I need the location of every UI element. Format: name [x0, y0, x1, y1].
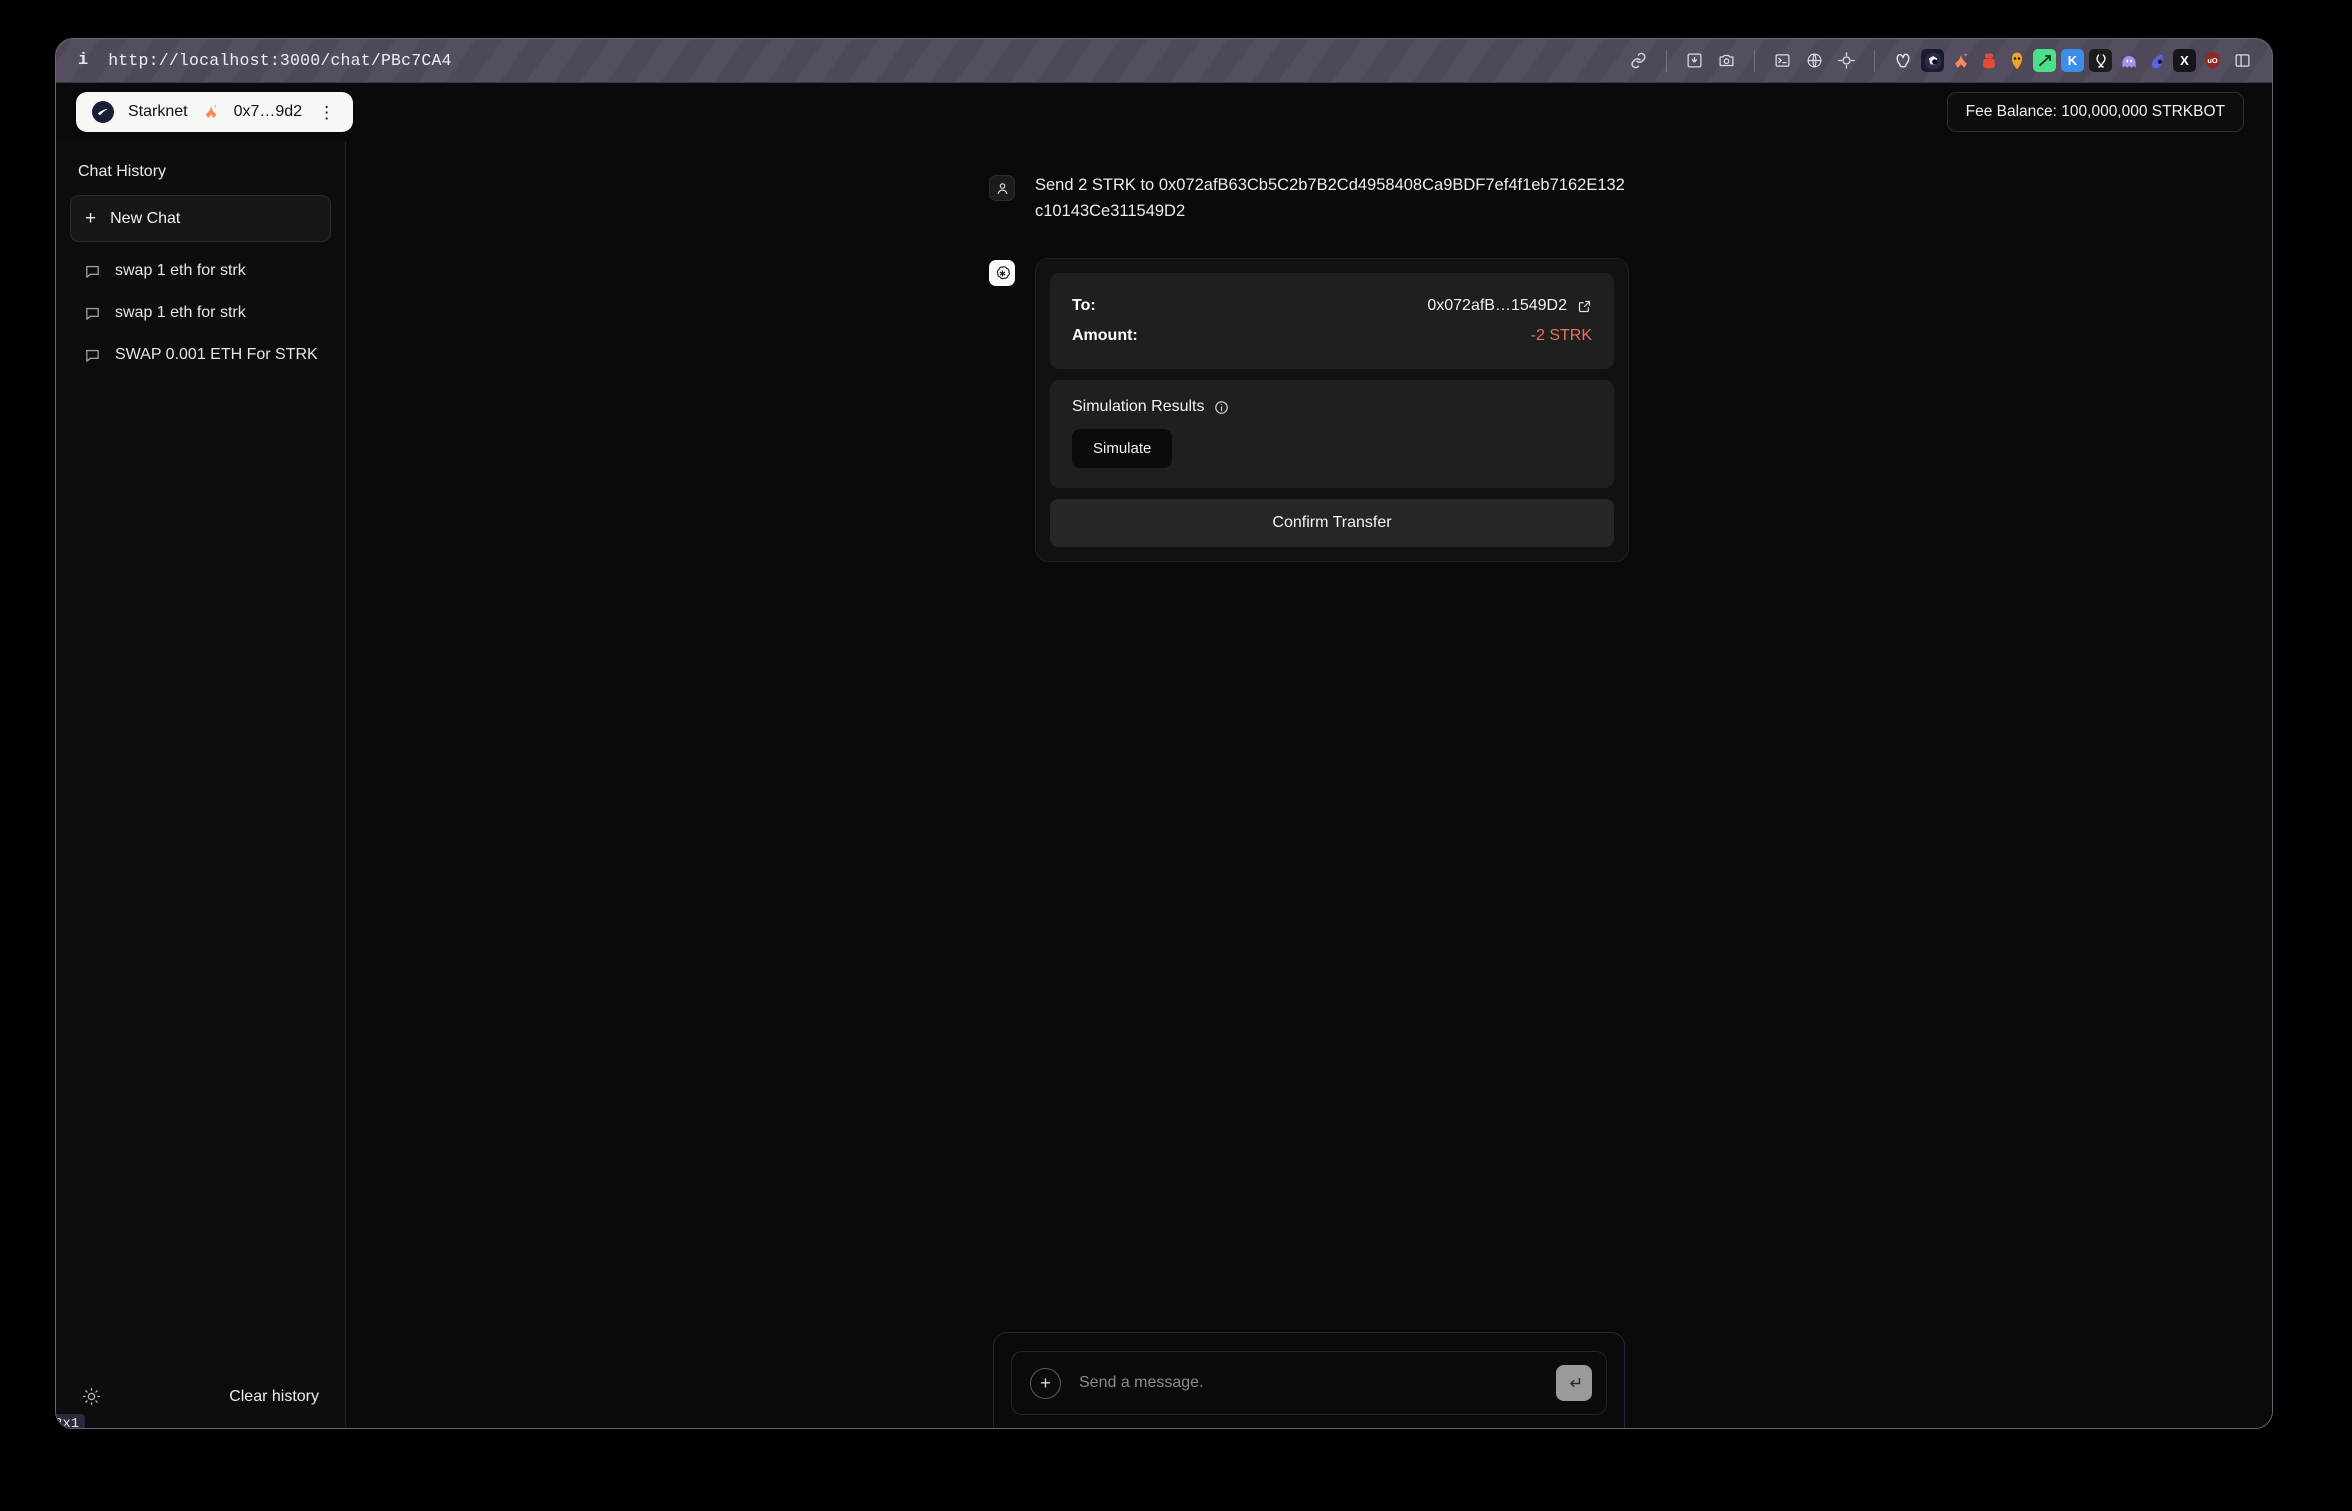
fee-balance: Fee Balance: 100,000,000 STRKBOT [1946, 92, 2244, 132]
info-circle-icon[interactable] [1214, 400, 1229, 415]
plus-icon: + [85, 208, 97, 229]
camera-icon[interactable] [1713, 47, 1740, 74]
wallet-connection-chip[interactable]: Starknet 0x7…9d2 ⋮ [76, 92, 354, 132]
bitget-wallet-extension-icon[interactable] [2005, 49, 2028, 72]
assistant-avatar-icon [989, 260, 1015, 287]
app-header: Starknet 0x7…9d2 ⋮ Fee Balance: 100,000,… [56, 83, 2272, 141]
braavos-extension-icon[interactable] [1977, 49, 2000, 72]
chat-bubble-icon [84, 263, 101, 280]
starknet-logo-icon [92, 101, 114, 123]
user-message-text: Send 2 STRK to 0x072afB63Cb5C2b7B2Cd4958… [1035, 176, 1625, 220]
terminal-icon[interactable] [1769, 47, 1796, 74]
keplr-extension-icon[interactable]: K [2061, 49, 2084, 72]
simulation-title: Simulation Results [1072, 398, 1205, 416]
simulation-title-row: Simulation Results [1072, 398, 1592, 416]
to-address: 0x072afB…1549D2 [1427, 297, 1567, 315]
page-viewport: Starknet 0x7…9d2 ⋮ Fee Balance: 100,000,… [56, 83, 2272, 1428]
new-chat-label: New Chat [110, 209, 181, 227]
link-icon[interactable] [1625, 47, 1652, 74]
sidebar-item-chat-0[interactable]: swap 1 eth for strk [70, 250, 331, 292]
chat-bubble-icon [84, 305, 101, 322]
ublock-origin-extension-icon[interactable]: uO [2201, 49, 2224, 72]
globe-icon[interactable] [1801, 47, 1828, 74]
sidebar-item-chat-2[interactable]: SWAP 0.001 ETH For STRK [70, 334, 331, 376]
clear-history-button[interactable]: Clear history [229, 1388, 319, 1406]
metamask-extension-icon[interactable] [1921, 49, 1944, 72]
toolbar-separator [1754, 49, 1755, 72]
phantom-extension-icon[interactable] [2117, 49, 2140, 72]
simulation-panel: Simulation Results Simulate [1050, 380, 1614, 489]
screenshot-region-icon[interactable] [1681, 47, 1708, 74]
user-avatar-icon [989, 175, 1015, 201]
solflare-extension-icon[interactable] [2145, 49, 2168, 72]
sun-icon[interactable] [82, 1387, 101, 1406]
to-label: To: [1072, 297, 1096, 315]
chat-item-label: swap 1 eth for strk [115, 262, 246, 279]
target-icon[interactable] [1833, 47, 1860, 74]
amount-label: Amount: [1072, 327, 1138, 345]
chat-bubble-icon [84, 347, 101, 364]
argent-wallet-icon [202, 103, 220, 121]
browser-window: i http://localhost:3000/chat/PBc7CA4 K X… [55, 38, 2273, 1429]
kebab-menu-icon[interactable]: ⋮ [316, 104, 337, 121]
chat-area: Send 2 STRK to 0x072afB63Cb5C2b7B2Cd4958… [346, 141, 2272, 1428]
transaction-amount-row: Amount: -2 STRK [1072, 321, 1592, 351]
transaction-details-panel: To: 0x072afB…1549D2 Amount: -2 STRK [1050, 273, 1614, 370]
info-icon[interactable]: i [78, 52, 88, 69]
composer: + [1011, 1351, 1607, 1415]
toolbar-separator [1666, 49, 1667, 72]
svg-text:uO: uO [2207, 56, 2218, 65]
network-name: Starknet [128, 103, 188, 120]
size-badge: 2x1 [56, 1414, 86, 1428]
confirm-transfer-button[interactable]: Confirm Transfer [1050, 499, 1614, 548]
new-chat-button[interactable]: + New Chat [70, 195, 331, 242]
sidebar-title: Chat History [78, 163, 167, 180]
browser-toolbar: i http://localhost:3000/chat/PBc7CA4 K X… [56, 39, 2272, 83]
sidebar-panel-toggle-icon[interactable] [2229, 47, 2256, 74]
phantom-green-extension-icon[interactable] [2033, 49, 2056, 72]
sidebar-item-chat-1[interactable]: swap 1 eth for strk [70, 292, 331, 334]
transaction-card: To: 0x072afB…1549D2 Amount: -2 STRK Simu… [1035, 258, 1629, 563]
url-bar[interactable]: http://localhost:3000/chat/PBc7CA4 [108, 51, 451, 70]
sidebar: Chat History + New Chat swap 1 eth for s… [56, 141, 346, 1428]
message-list: Send 2 STRK to 0x072afB63Cb5C2b7B2Cd4958… [346, 141, 2272, 563]
browser-toolbar-icons: K X uO [1625, 47, 2256, 74]
chat-item-label: SWAP 0.001 ETH For STRK [115, 346, 318, 363]
transaction-to-row: To: 0x072afB…1549D2 [1072, 291, 1592, 321]
leather-extension-icon[interactable] [2089, 49, 2112, 72]
simulate-button[interactable]: Simulate [1072, 429, 1173, 469]
send-button[interactable] [1556, 1365, 1592, 1401]
toolbar-separator [1874, 49, 1875, 72]
argent-extension-icon[interactable] [1949, 49, 1972, 72]
app-body: Chat History + New Chat swap 1 eth for s… [56, 141, 2272, 1428]
xverse-extension-icon[interactable]: X [2173, 49, 2196, 72]
assistant-message-row: To: 0x072afB…1549D2 Amount: -2 STRK Simu… [989, 258, 1629, 563]
sidebar-footer: Clear history [70, 1369, 331, 1428]
amount-value: -2 STRK [1530, 327, 1592, 345]
keplr-extension-label: K [2067, 53, 2078, 68]
attach-button[interactable]: + [1030, 1367, 1061, 1399]
xverse-extension-label: X [2180, 53, 2189, 68]
composer-container: + [993, 1332, 1625, 1428]
ethereum-wallet-extension-icon[interactable] [1889, 47, 1916, 74]
message-input[interactable] [1079, 1374, 1538, 1392]
user-message-row: Send 2 STRK to 0x072afB63Cb5C2b7B2Cd4958… [989, 173, 1629, 224]
external-link-icon[interactable] [1577, 299, 1592, 314]
wallet-address: 0x7…9d2 [233, 103, 303, 120]
chat-item-label: swap 1 eth for strk [115, 304, 246, 321]
to-value-group: 0x072afB…1549D2 [1427, 297, 1592, 315]
